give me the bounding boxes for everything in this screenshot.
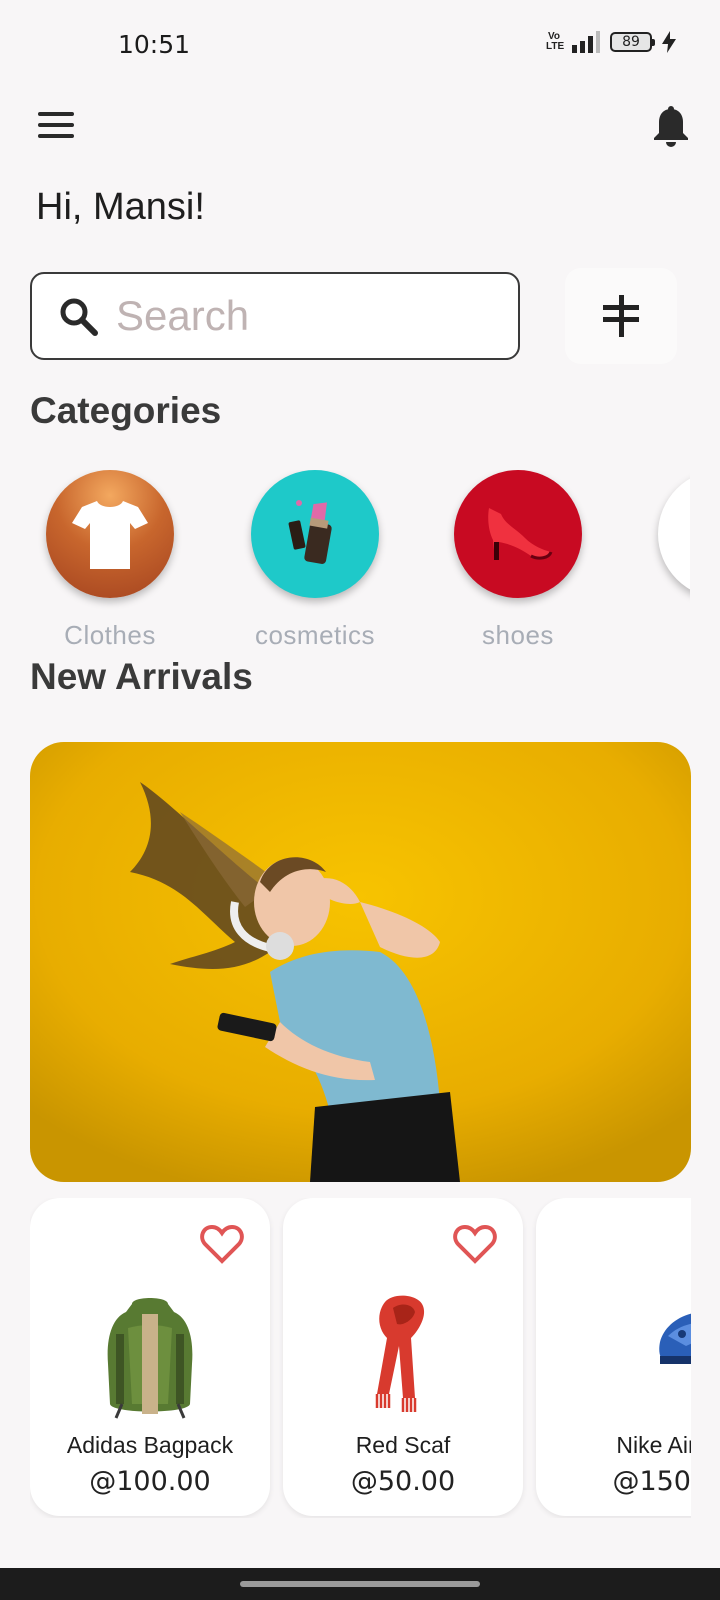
tshirt-icon (72, 501, 148, 569)
category-cosmetics[interactable]: cosmetics (235, 470, 395, 650)
category-label: Clothes (64, 620, 156, 650)
product-card[interactable]: Red Scaf @50.00 (283, 1198, 523, 1516)
product-price: @100.00 (89, 1466, 211, 1497)
product-name: Adidas Bagpack (66, 1432, 234, 1458)
signal-icon (572, 31, 600, 53)
product-name: Nike Air (616, 1432, 691, 1458)
category-sc[interactable]: Sc (642, 470, 690, 650)
product-card[interactable]: Nike Air @150. (536, 1198, 691, 1516)
product-name: Red Scaf (355, 1432, 451, 1458)
menu-icon-line (38, 123, 74, 127)
charging-icon (662, 31, 676, 53)
status-time: 10:51 (118, 30, 191, 59)
products-list: Adidas Bagpack @100.00 Red Scaf @50.00 N… (30, 1198, 691, 1518)
search-input[interactable] (116, 292, 496, 340)
filter-icon (603, 295, 639, 337)
category-circle (46, 470, 174, 598)
home-indicator[interactable] (240, 1581, 480, 1587)
categories-list: Clothes cosmetics shoes Sc (30, 470, 690, 650)
category-shoes[interactable]: shoes (438, 470, 598, 650)
system-nav-bar (0, 1568, 720, 1600)
search-bar[interactable] (30, 272, 520, 360)
status-bar: 10:51 Vo LTE 89 (0, 0, 720, 90)
menu-button[interactable] (38, 112, 76, 142)
category-circle (454, 470, 582, 598)
product-price: @150. (612, 1466, 691, 1497)
volte-icon: Vo LTE (546, 31, 565, 52)
scarf-icon (375, 1295, 425, 1412)
backpack-icon (107, 1298, 193, 1419)
product-price: @50.00 (350, 1466, 456, 1497)
category-clothes[interactable]: Clothes (30, 470, 190, 650)
search-icon (60, 298, 98, 336)
category-circle (251, 470, 379, 598)
categories-title: Categories (30, 390, 222, 431)
battery-icon: 89 (610, 32, 655, 52)
menu-icon-line (38, 112, 74, 116)
heart-icon[interactable] (453, 1224, 497, 1264)
sneaker-icon (659, 1313, 691, 1364)
new-arrivals-banner[interactable] (30, 742, 691, 1182)
heart-icon[interactable] (200, 1224, 244, 1264)
new-arrivals-title: New Arrivals (30, 656, 253, 697)
category-circle (658, 470, 690, 598)
menu-icon-line (38, 134, 74, 138)
category-label: shoes (482, 620, 554, 650)
status-icons: Vo LTE 89 (546, 31, 676, 53)
greeting-text: Hi, Mansi! (36, 186, 205, 228)
lipstick-icon (288, 500, 332, 564)
category-label: cosmetics (254, 620, 376, 650)
category-label: Sc (642, 620, 690, 650)
banner-image (30, 742, 691, 1182)
product-card[interactable]: Adidas Bagpack @100.00 (30, 1198, 270, 1516)
filter-button[interactable] (565, 268, 677, 364)
high-heel-icon (488, 508, 553, 560)
notification-bell-icon[interactable] (651, 106, 691, 148)
